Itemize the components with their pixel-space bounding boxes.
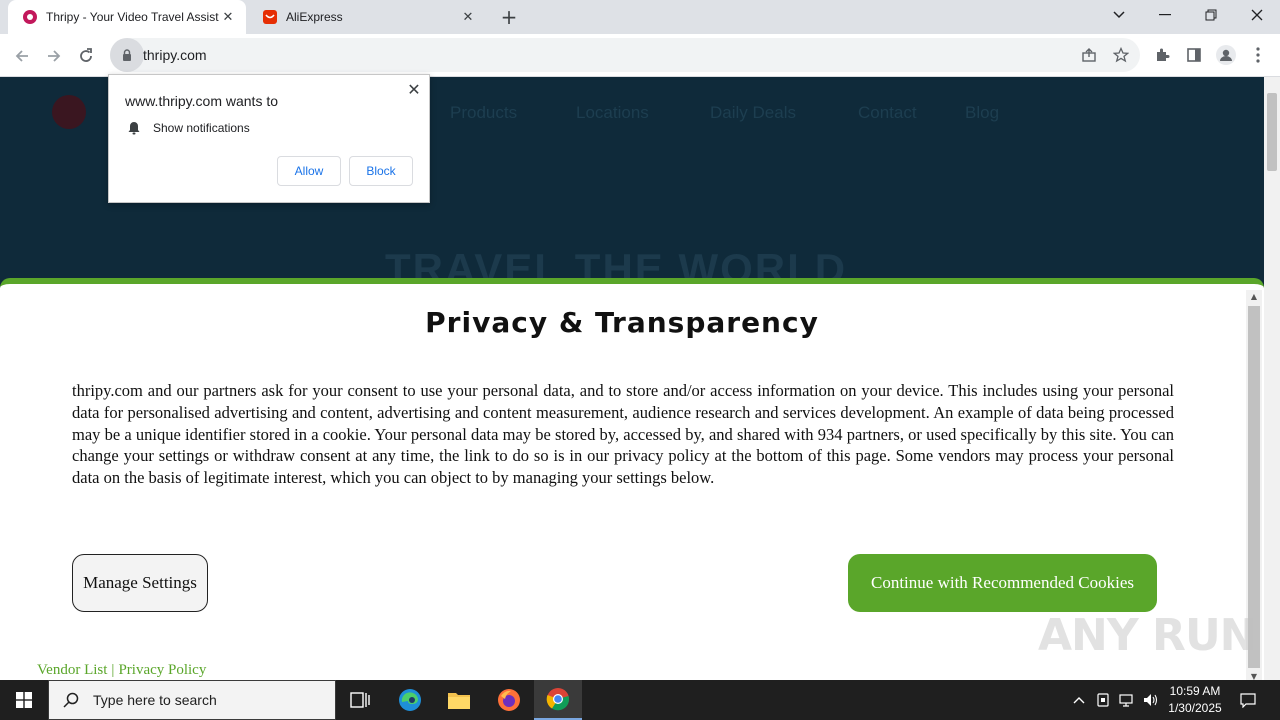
tray-app-icon[interactable] bbox=[1092, 680, 1114, 720]
browser-toolbar: thripy.com bbox=[0, 34, 1280, 77]
bell-icon bbox=[128, 122, 140, 135]
page-scrollbar-thumb[interactable] bbox=[1267, 93, 1277, 171]
forward-button[interactable] bbox=[40, 42, 68, 70]
site-nav-blog[interactable]: Blog bbox=[965, 103, 999, 123]
notification-heading: www.thripy.com wants to bbox=[125, 93, 279, 109]
back-button[interactable] bbox=[8, 42, 36, 70]
reload-button[interactable] bbox=[72, 42, 100, 70]
tab-strip: Thripy - Your Video Travel Assist ✕ AliE… bbox=[0, 0, 1280, 34]
search-placeholder: Type here to search bbox=[93, 692, 217, 708]
manage-settings-button[interactable]: Manage Settings bbox=[72, 554, 208, 612]
consent-title: Privacy & Transparency bbox=[425, 306, 819, 339]
url-text[interactable]: thripy.com bbox=[143, 47, 207, 63]
continue-recommended-cookies-button[interactable]: Continue with Recommended Cookies bbox=[848, 554, 1157, 612]
scroll-up-arrow-icon[interactable]: ▲ bbox=[1249, 292, 1259, 302]
tab-thripy[interactable]: Thripy - Your Video Travel Assist ✕ bbox=[8, 0, 246, 34]
chrome-icon[interactable] bbox=[534, 680, 582, 720]
consent-footer-links: Vendor List | Privacy Policy bbox=[37, 662, 206, 679]
minimize-button[interactable] bbox=[1142, 0, 1188, 30]
notification-permission-row: Show notifications bbox=[127, 121, 250, 135]
share-icon[interactable] bbox=[1080, 46, 1098, 64]
privacy-policy-link[interactable]: Privacy Policy bbox=[118, 662, 206, 678]
taskbar-clock[interactable]: 10:59 AM 1/30/2025 bbox=[1160, 683, 1230, 717]
tab-title: Thripy - Your Video Travel Assist bbox=[46, 10, 219, 24]
close-tab-icon[interactable]: ✕ bbox=[220, 9, 236, 25]
close-tab-icon[interactable]: ✕ bbox=[460, 9, 476, 25]
site-nav-products[interactable]: Products bbox=[450, 103, 517, 123]
tab-title: AliExpress bbox=[286, 10, 343, 24]
edge-browser-icon[interactable] bbox=[386, 680, 434, 720]
allow-button[interactable]: Allow bbox=[277, 156, 341, 186]
side-panel-icon[interactable] bbox=[1184, 45, 1204, 65]
task-view-icon[interactable] bbox=[336, 680, 384, 720]
notifications-center-icon[interactable] bbox=[1234, 680, 1262, 720]
volume-icon[interactable] bbox=[1140, 680, 1162, 720]
notification-permission-label: Show notifications bbox=[153, 121, 250, 135]
site-nav-deals[interactable]: Daily Deals bbox=[710, 103, 796, 123]
new-tab-button[interactable]: + bbox=[498, 6, 520, 28]
show-hidden-icons-chevron-icon[interactable] bbox=[1068, 680, 1090, 720]
site-nav-locations[interactable]: Locations bbox=[576, 103, 649, 123]
site-nav-contact[interactable]: Contact bbox=[858, 103, 917, 123]
address-bar[interactable]: thripy.com bbox=[110, 38, 1140, 72]
aliexpress-favicon-icon bbox=[263, 10, 277, 24]
block-button[interactable]: Block bbox=[349, 156, 413, 186]
windows-start-button[interactable] bbox=[0, 680, 48, 720]
vendor-list-link[interactable]: Vendor List bbox=[37, 662, 107, 678]
firefox-icon[interactable] bbox=[485, 680, 533, 720]
network-icon[interactable] bbox=[1116, 680, 1138, 720]
extensions-icon[interactable] bbox=[1152, 45, 1172, 65]
menu-kebab-icon[interactable] bbox=[1248, 45, 1268, 65]
clock-date: 1/30/2025 bbox=[1168, 701, 1222, 715]
thripy-favicon-icon bbox=[23, 10, 37, 24]
clock-time: 10:59 AM bbox=[1169, 684, 1221, 698]
anyrun-watermark: ANY RUN bbox=[1038, 610, 1256, 661]
consent-body: thripy.com and our partners ask for your… bbox=[72, 381, 1174, 488]
notification-permission-popup: www.thripy.com wants to ✕ Show notificat… bbox=[108, 74, 430, 203]
search-icon bbox=[63, 692, 79, 708]
tab-search-icon[interactable] bbox=[1096, 0, 1142, 30]
profile-avatar-icon[interactable] bbox=[1216, 45, 1236, 65]
file-explorer-icon[interactable] bbox=[435, 680, 483, 720]
site-logo bbox=[52, 95, 86, 129]
restore-button[interactable] bbox=[1188, 0, 1234, 30]
page-scrollbar[interactable] bbox=[1264, 77, 1280, 680]
lock-icon[interactable] bbox=[110, 38, 144, 72]
close-window-button[interactable] bbox=[1234, 0, 1280, 30]
close-icon[interactable]: ✕ bbox=[405, 81, 423, 99]
link-separator: | bbox=[111, 662, 115, 678]
windows-taskbar: Type here to search 10:59 AM 1/30/2025 bbox=[0, 680, 1280, 720]
bookmark-star-icon[interactable] bbox=[1112, 46, 1130, 64]
tab-aliexpress[interactable]: AliExpress ✕ bbox=[248, 0, 486, 34]
taskbar-search-box[interactable]: Type here to search bbox=[48, 680, 336, 720]
